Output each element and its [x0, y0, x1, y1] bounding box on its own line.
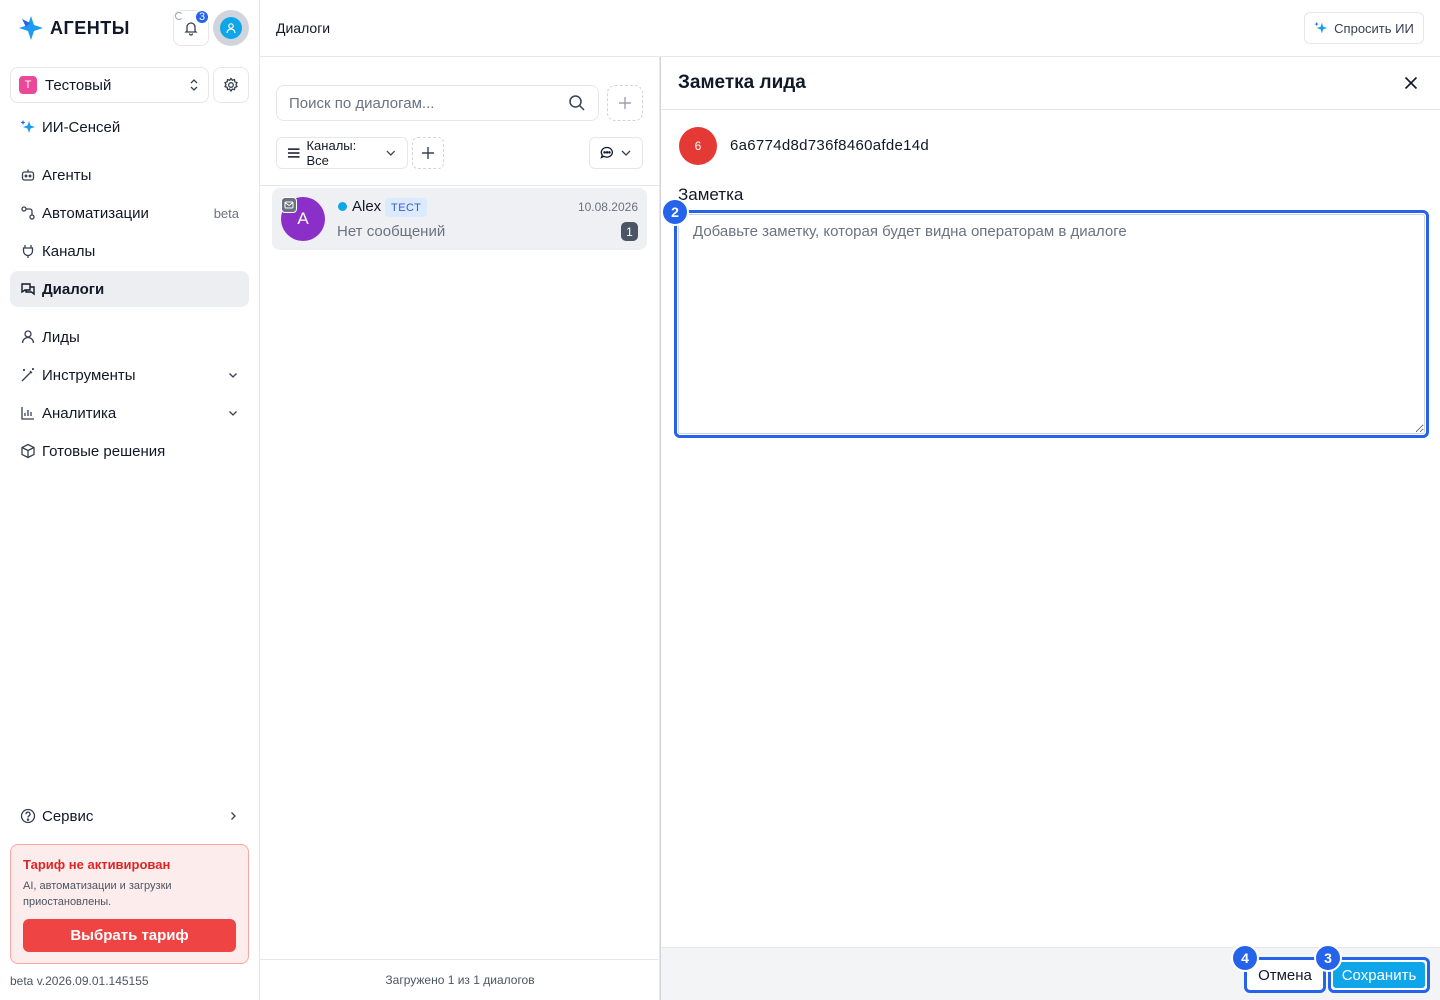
choose-tariff-button[interactable]: Выбрать тариф — [23, 919, 236, 952]
sidebar-item-label: Инструменты — [42, 366, 136, 384]
ask-ai-label: Спросить ИИ — [1334, 20, 1414, 36]
sidebar-item-leads[interactable]: Лиды — [10, 319, 249, 355]
online-status-dot — [338, 202, 347, 211]
sidebar-item-service[interactable]: Сервис — [10, 798, 249, 834]
sparkle-icon — [20, 119, 36, 135]
dialog-search-input[interactable] — [289, 94, 568, 112]
workflow-icon — [20, 205, 36, 221]
message-type-filter[interactable] — [589, 137, 643, 169]
mail-channel-icon — [281, 197, 297, 213]
contact-name: Alex — [352, 198, 382, 215]
chevron-down-icon — [229, 411, 237, 416]
sidebar-item-channels[interactable]: Каналы — [10, 233, 249, 269]
close-icon — [1404, 76, 1418, 90]
note-field-label: Заметка — [678, 185, 744, 204]
brand-name: АГЕНТЫ — [50, 17, 130, 38]
user-icon — [20, 329, 36, 345]
chevron-up-down-icon — [190, 79, 198, 91]
cube-icon — [20, 443, 36, 459]
sidebar-item-tools[interactable]: Инструменты — [10, 357, 249, 393]
menu-icon — [287, 148, 300, 158]
test-tag-badge: ТЕСТ — [385, 198, 428, 217]
channels-filter-label: Каналы: Все — [306, 138, 357, 168]
divider — [260, 185, 660, 186]
dialog-search — [276, 85, 599, 121]
dialog-list-item[interactable]: A Alex ТЕСТ 10.08.2026 Нет сообщений 1 — [272, 188, 647, 250]
note-field-focus-ring — [674, 210, 1429, 438]
add-dialog-button[interactable] — [607, 85, 643, 121]
top-bar: Диалоги Спросить ИИ — [260, 0, 1440, 57]
brand[interactable]: АГЕНТЫ — [18, 14, 130, 42]
gear-icon — [224, 77, 238, 93]
sidebar-item-label: Сервис — [42, 807, 94, 825]
sidebar-item-label: Лиды — [42, 328, 80, 346]
tariff-title: Тариф не активирован — [23, 857, 171, 872]
sidebar-item-solutions[interactable]: Готовые решения — [10, 433, 249, 469]
chat-icon — [20, 281, 36, 297]
chevron-right-icon — [231, 812, 236, 820]
lead-note-panel: Заметка лида 6 6a6774d8d736f8460afde14d … — [660, 57, 1440, 1000]
channels-filter-button[interactable]: Каналы: Все — [276, 137, 408, 169]
sidebar-item-label: Агенты — [42, 166, 92, 184]
bot-icon — [20, 167, 36, 183]
sidebar-item-label: Диалоги — [42, 280, 105, 298]
loading-spinner-icon — [175, 12, 183, 20]
sidebar-item-automations[interactable]: Автоматизации beta — [10, 195, 249, 231]
sidebar-item-label: Автоматизации — [42, 204, 149, 222]
unread-count-badge: 1 — [621, 222, 638, 241]
help-circle-icon — [20, 808, 36, 824]
note-textarea[interactable] — [678, 214, 1425, 434]
sidebar-item-label: Каналы — [42, 242, 96, 260]
sidebar-item-agents[interactable]: Агенты — [10, 157, 249, 193]
workspace-settings-button[interactable] — [213, 67, 249, 103]
sidebar-item-label: Готовые решения — [42, 442, 166, 460]
tariff-text: AI, автоматизации и загрузки приостановл… — [23, 880, 172, 908]
chevron-down-icon — [621, 150, 631, 156]
workspace-select[interactable]: Т Тестовый — [10, 67, 209, 103]
close-button[interactable] — [1401, 73, 1421, 93]
sidebar-item-label: Аналитика — [42, 404, 117, 422]
add-filter-button[interactable] — [412, 137, 444, 169]
beta-label: beta — [213, 205, 239, 221]
sidebar-item-label: ИИ-Сенсей — [42, 118, 121, 136]
sidebar-item-dialogs[interactable]: Диалоги — [10, 271, 249, 307]
page-title: Диалоги — [276, 20, 331, 36]
note-panel-header: Заметка лида — [661, 57, 1440, 110]
workspace-badge: Т — [19, 76, 37, 94]
brand-logo-icon — [19, 16, 43, 40]
dialog-date: 10.08.2026 — [577, 200, 638, 214]
lead-id: 6a6774d8d736f8460afde14d — [730, 137, 930, 154]
sidebar-item-ai-sensei[interactable]: ИИ-Сенсей — [10, 109, 249, 145]
note-panel-title: Заметка лида — [678, 72, 806, 93]
step-marker-4: 4 — [1231, 944, 1259, 972]
step-marker-2: 2 — [661, 198, 689, 226]
sidebar-item-analytics[interactable]: Аналитика — [10, 395, 249, 431]
message-icon — [600, 146, 613, 159]
plus-icon — [422, 147, 434, 159]
version-label: beta v.2026.09.01.145155 — [10, 974, 149, 988]
user-icon — [220, 17, 242, 39]
chevron-down-icon — [386, 150, 396, 156]
chevron-down-icon — [229, 373, 237, 378]
dialogs-list-pane: Каналы: Все A Alex ТЕСТ 10.08.2026 Нет с… — [260, 57, 660, 1000]
ask-ai-button[interactable]: Спросить ИИ — [1304, 12, 1424, 44]
dialogs-loaded-status: Загружено 1 из 1 диалогов — [260, 959, 660, 1000]
notifications-badge: 3 — [194, 9, 211, 25]
save-button[interactable]: Сохранить — [1328, 957, 1430, 993]
plus-icon — [619, 97, 631, 109]
sparkle-icon — [1314, 21, 1328, 34]
user-avatar-button[interactable] — [213, 10, 249, 46]
plug-icon — [20, 243, 36, 259]
sidebar: АГЕНТЫ 3 Т Тестовый ИИ-Сенсей Агенты Авт… — [0, 0, 260, 1000]
bar-chart-icon — [20, 405, 36, 421]
lead-avatar: 6 — [679, 127, 717, 165]
tariff-alert: Тариф не активирован AI, автоматизации и… — [10, 844, 249, 964]
step-marker-3: 3 — [1314, 944, 1342, 972]
magic-wand-icon — [20, 367, 36, 383]
save-button-label: Сохранить — [1333, 962, 1425, 988]
search-icon[interactable] — [568, 94, 586, 112]
workspace-name: Тестовый — [45, 76, 112, 94]
last-message: Нет сообщений — [337, 223, 446, 240]
